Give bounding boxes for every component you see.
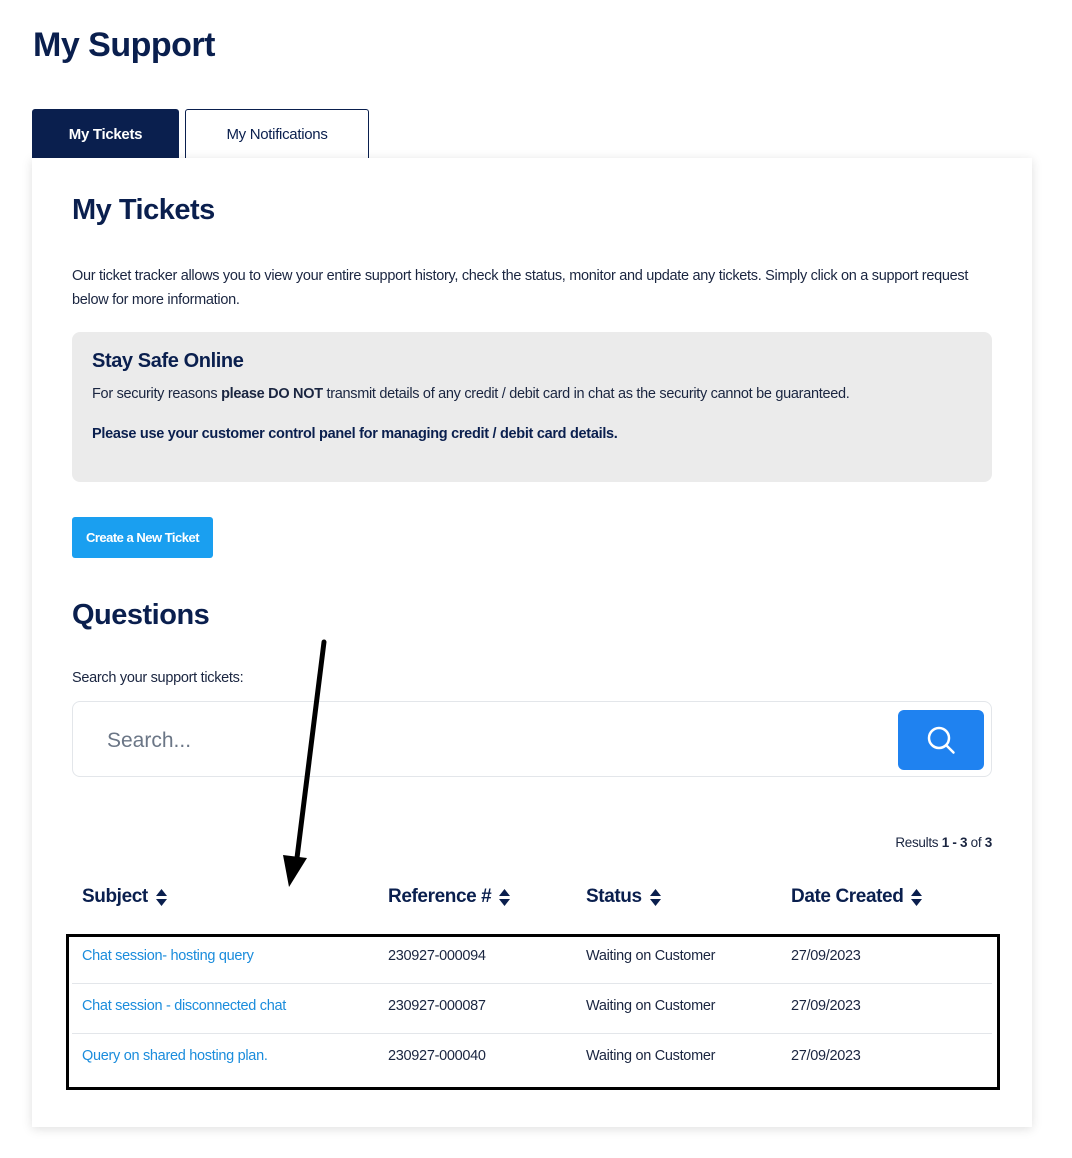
create-ticket-button[interactable]: Create a New Ticket xyxy=(72,517,213,558)
tab-my-tickets[interactable]: My Tickets xyxy=(32,109,179,159)
ticket-reference: 230927-000040 xyxy=(388,1048,486,1064)
results-of: of xyxy=(967,835,985,850)
search-button[interactable] xyxy=(898,710,984,770)
search-icon xyxy=(926,725,956,755)
sort-icon xyxy=(499,888,511,906)
stay-safe-notice: Stay Safe Online For security reasons pl… xyxy=(72,332,992,482)
tab-my-notifications[interactable]: My Notifications xyxy=(185,109,369,159)
sort-icon xyxy=(911,888,923,906)
table-row[interactable]: Chat session - disconnected chat 230927-… xyxy=(72,984,992,1034)
results-prefix: Results xyxy=(895,835,942,850)
ticket-subject-link[interactable]: Query on shared hosting plan. xyxy=(82,1048,268,1064)
ticket-reference: 230927-000087 xyxy=(388,998,486,1014)
notice-security-text: For security reasons please DO NOT trans… xyxy=(92,386,972,402)
table-row[interactable]: Query on shared hosting plan. 230927-000… xyxy=(72,1034,992,1084)
column-label: Date Created xyxy=(791,886,904,907)
section-title-my-tickets: My Tickets xyxy=(72,194,215,226)
column-label: Subject xyxy=(82,886,148,907)
ticket-reference: 230927-000094 xyxy=(388,948,486,964)
ticket-date: 27/09/2023 xyxy=(791,1048,861,1064)
ticket-subject-link[interactable]: Chat session - disconnected chat xyxy=(82,998,286,1014)
search-label: Search your support tickets: xyxy=(72,670,244,686)
ticket-status: Waiting on Customer xyxy=(586,948,716,964)
sort-icon xyxy=(155,888,167,906)
notice-text-before: For security reasons xyxy=(92,386,222,402)
search-input[interactable] xyxy=(105,720,889,762)
ticket-date: 27/09/2023 xyxy=(791,948,861,964)
column-label: Status xyxy=(586,886,642,907)
ticket-date: 27/09/2023 xyxy=(791,998,861,1014)
sort-icon xyxy=(649,888,661,906)
column-label: Reference # xyxy=(388,886,492,907)
column-header-subject[interactable]: Subject xyxy=(82,886,167,908)
notice-emphasis: please DO NOT xyxy=(221,386,323,402)
results-range: 1 - 3 xyxy=(941,835,968,850)
ticket-subject-link[interactable]: Chat session- hosting query xyxy=(82,948,254,964)
ticket-status: Waiting on Customer xyxy=(586,1048,716,1064)
notice-control-panel-text: Please use your customer control panel f… xyxy=(92,426,618,442)
column-header-reference[interactable]: Reference # xyxy=(388,886,511,908)
ticket-status: Waiting on Customer xyxy=(586,998,716,1014)
search-box xyxy=(72,701,992,777)
tab-bar: My Tickets My Notifications xyxy=(32,109,369,159)
page-title: My Support xyxy=(33,26,215,64)
tickets-card: My Tickets Our ticket tracker allows you… xyxy=(32,158,1032,1127)
intro-text: Our ticket tracker allows you to view yo… xyxy=(72,268,969,308)
notice-text-after: transmit details of any credit / debit c… xyxy=(322,386,850,402)
results-total: 3 xyxy=(984,835,993,850)
table-row[interactable]: Chat session- hosting query 230927-00009… xyxy=(72,934,992,984)
results-count: Results 1 - 3 of 3 xyxy=(895,835,992,850)
section-title-questions: Questions xyxy=(72,599,210,631)
notice-title: Stay Safe Online xyxy=(92,350,244,372)
column-header-date-created[interactable]: Date Created xyxy=(791,886,923,908)
column-header-status[interactable]: Status xyxy=(586,886,661,908)
